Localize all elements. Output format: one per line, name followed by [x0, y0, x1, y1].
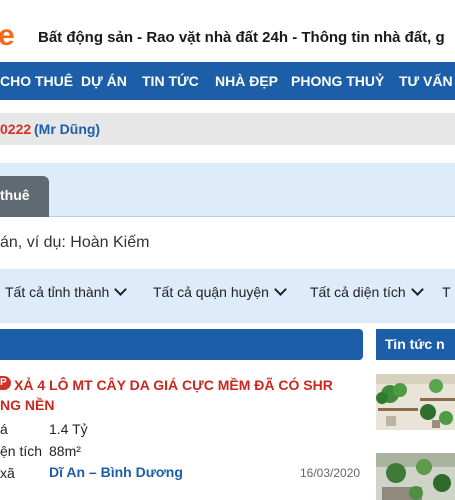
hotline-number[interactable]: 0222: [0, 121, 31, 137]
nav-item-tin-tuc[interactable]: TIN TỨC: [142, 62, 199, 100]
area-label: ện tích: [0, 443, 43, 459]
hotline-bar: 0222 (Mr Dũng): [0, 113, 455, 145]
plant-shelf-image: [376, 374, 455, 430]
nav-item-nha-dep[interactable]: NHÀ ĐẸP: [215, 62, 278, 100]
location-label: xã: [0, 465, 15, 481]
vip-badge-label: P: [0, 377, 7, 388]
price-select[interactable]: T: [442, 284, 451, 300]
listing-date: 16/03/2020: [300, 466, 361, 480]
garden-image: [376, 453, 455, 500]
area-select[interactable]: Tất cả diện tích: [310, 283, 424, 300]
province-select[interactable]: Tất cả tỉnh thành: [5, 283, 128, 300]
vip-badge: P: [0, 376, 11, 390]
chevron-down-icon: [274, 283, 287, 296]
chevron-down-icon: [114, 283, 128, 296]
news-section-header: Tin tức n: [376, 329, 455, 360]
main-nav: CHO THUÊ DỰ ÁN TIN TỨC NHÀ ĐẸP PHONG THU…: [0, 62, 455, 100]
district-select-label: Tất cả quận huyện: [153, 284, 269, 300]
location-link[interactable]: Dĩ An – Bình Dương: [49, 464, 183, 480]
tab-cho-thue[interactable]: thuê: [0, 176, 49, 217]
hotline-contact: (Mr Dũng): [34, 121, 101, 137]
province-select-label: Tất cả tỉnh thành: [5, 284, 110, 300]
tab-label: thuê: [0, 187, 30, 203]
listing-title[interactable]: XẢ 4 LÔ MT CÂY DA GIÁ CỰC MỀM ĐÃ CÓ SHR: [14, 375, 364, 395]
news-header-title: Tin tức n: [385, 336, 445, 352]
filter-bar: Tất cả tỉnh thành Tất cả quận huyện Tất …: [0, 274, 455, 310]
listing-title-continued[interactable]: NG NỀN: [0, 395, 54, 415]
price-label: á: [0, 421, 8, 437]
search-placeholder: án, ví dụ: Hoàn Kiếm: [0, 234, 150, 251]
district-select[interactable]: Tất cả quận huyện: [153, 283, 287, 300]
nav-item-du-an[interactable]: DỰ ÁN: [81, 62, 127, 100]
search-input[interactable]: án, ví dụ: Hoàn Kiếm: [0, 217, 455, 269]
nav-item-tu-van[interactable]: TƯ VẤN: [399, 62, 453, 100]
listing-section-header: [0, 329, 363, 360]
nav-item-phong-thuy[interactable]: PHONG THUỶ: [291, 62, 384, 100]
area-value: 88m²: [49, 443, 81, 459]
news-thumbnail[interactable]: [376, 374, 455, 430]
site-logo[interactable]: e: [0, 16, 15, 56]
price-select-label: T: [442, 284, 451, 300]
price-value: 1.4 Tỷ: [49, 421, 88, 437]
area-select-label: Tất cả diện tích: [310, 284, 406, 300]
site-header: e Bất động sản - Rao vặt nhà đất 24h - T…: [0, 0, 455, 62]
site-tagline: Bất động sản - Rao vặt nhà đất 24h - Thô…: [38, 29, 445, 46]
nav-item-cho-thue[interactable]: CHO THUÊ: [0, 62, 73, 100]
chevron-down-icon: [410, 283, 424, 296]
news-thumbnail[interactable]: [376, 453, 455, 500]
